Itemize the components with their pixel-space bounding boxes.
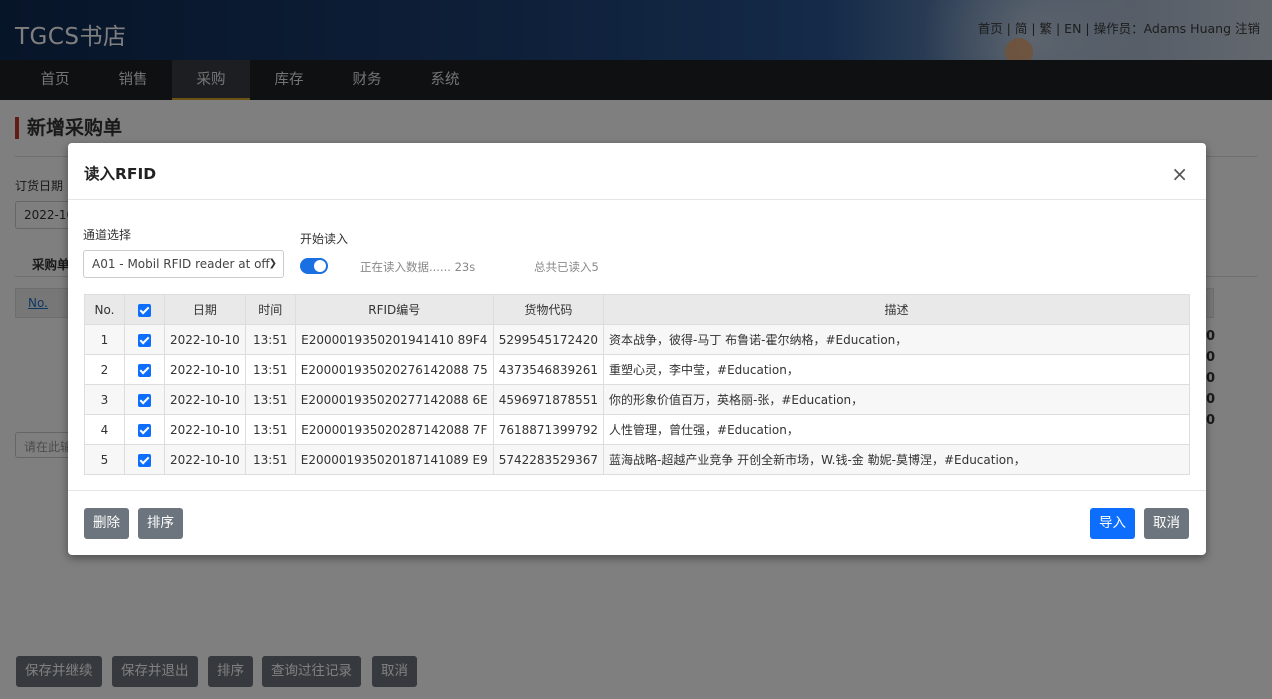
row-rfid: E2000019350201941410 89F4: [294, 324, 494, 355]
toggle-knob: [314, 260, 326, 272]
rfid-modal: 读入RFID × 通道选择 A01 - Mobil RFID reader at…: [68, 143, 1206, 555]
import-button[interactable]: 导入: [1090, 508, 1135, 539]
row-description: 你的形象价值百万，英格丽-张，#Education，: [603, 384, 1190, 415]
row-date: 2022-10-10: [164, 324, 246, 355]
row-no: 4: [84, 414, 125, 445]
table-row[interactable]: 4 2022-10-10 13:51 E20000193502028714208…: [84, 414, 1190, 445]
row-checkbox[interactable]: [138, 333, 151, 347]
row-time: 13:51: [244, 324, 296, 355]
row-description: 重塑心灵，李中莹，#Education，: [603, 354, 1190, 385]
row-no: 1: [84, 324, 125, 355]
col-rfid: RFID编号: [294, 294, 494, 325]
row-rfid: E200001935020276142088 75: [294, 354, 494, 385]
row-checkbox[interactable]: [138, 393, 151, 407]
row-date: 2022-10-10: [164, 354, 246, 385]
chevron-down-icon: ❯: [268, 258, 277, 269]
delete-button[interactable]: 删除: [84, 508, 129, 539]
row-code: 4373546839261: [492, 354, 605, 385]
close-icon[interactable]: ×: [1171, 164, 1188, 184]
table-row[interactable]: 1 2022-10-10 13:51 E2000019350201941410 …: [84, 324, 1190, 355]
row-description: 人性管理，曾仕强，#Education，: [603, 414, 1190, 445]
row-date: 2022-10-10: [164, 444, 246, 475]
modal-title: 读入RFID: [84, 165, 157, 183]
col-select-all[interactable]: [124, 294, 165, 325]
col-time: 时间: [244, 294, 296, 325]
row-no: 2: [84, 354, 125, 385]
table-row[interactable]: 3 2022-10-10 13:51 E20000193502027714208…: [84, 384, 1190, 415]
row-select: [124, 384, 165, 415]
total-read-count: 总共已读入5: [534, 260, 599, 274]
select-all-checkbox[interactable]: [138, 303, 151, 317]
row-rfid: E200001935020287142088 7F: [294, 414, 494, 445]
row-description: 资本战争，彼得-马丁 布鲁诺-霍尔纳格，#Education，: [603, 324, 1190, 355]
row-code: 7618871399792: [492, 414, 605, 445]
row-select: [124, 414, 165, 445]
cancel-button[interactable]: 取消: [1144, 508, 1189, 539]
table-row[interactable]: 2 2022-10-10 13:51 E20000193502027614208…: [84, 354, 1190, 385]
row-time: 13:51: [244, 444, 296, 475]
row-select: [124, 444, 165, 475]
col-no: No.: [84, 294, 125, 325]
row-code: 4596971878551: [492, 384, 605, 415]
rfid-table: No. 日期 时间 RFID编号 货物代码 描述 1 2022-10-10 13…: [84, 294, 1190, 475]
row-rfid: E200001935020187141089 E9: [294, 444, 494, 475]
row-no: 5: [84, 444, 125, 475]
row-date: 2022-10-10: [164, 414, 246, 445]
channel-select-value: A01 - Mobil RFID reader at off: [92, 257, 270, 271]
col-date: 日期: [164, 294, 246, 325]
table-row[interactable]: 5 2022-10-10 13:51 E20000193502018714108…: [84, 444, 1190, 475]
row-time: 13:51: [244, 384, 296, 415]
row-code: 5299545172420: [492, 324, 605, 355]
row-checkbox[interactable]: [138, 363, 151, 377]
col-description: 描述: [603, 294, 1190, 325]
col-code: 货物代码: [492, 294, 605, 325]
divider: [68, 199, 1206, 200]
start-read-label: 开始读入: [300, 232, 349, 246]
row-select: [124, 354, 165, 385]
row-no: 3: [84, 384, 125, 415]
start-read-toggle[interactable]: [300, 258, 328, 274]
row-date: 2022-10-10: [164, 384, 246, 415]
channel-label: 通道选择: [83, 228, 132, 242]
divider: [68, 490, 1206, 491]
row-checkbox[interactable]: [138, 453, 151, 467]
row-select: [124, 324, 165, 355]
sort-button[interactable]: 排序: [138, 508, 183, 539]
row-rfid: E200001935020277142088 6E: [294, 384, 494, 415]
row-time: 13:51: [244, 414, 296, 445]
row-checkbox[interactable]: [138, 423, 151, 437]
reading-status: 正在读入数据...... 23s: [360, 260, 476, 274]
table-header-row: No. 日期 时间 RFID编号 货物代码 描述: [84, 294, 1190, 325]
channel-select[interactable]: A01 - Mobil RFID reader at off ❯: [83, 250, 284, 278]
row-time: 13:51: [244, 354, 296, 385]
row-code: 5742283529367: [492, 444, 605, 475]
row-description: 蓝海战略-超越产业竞争 开创全新市场，W.钱-金 勒妮-莫博涅，#Educati…: [603, 444, 1190, 475]
